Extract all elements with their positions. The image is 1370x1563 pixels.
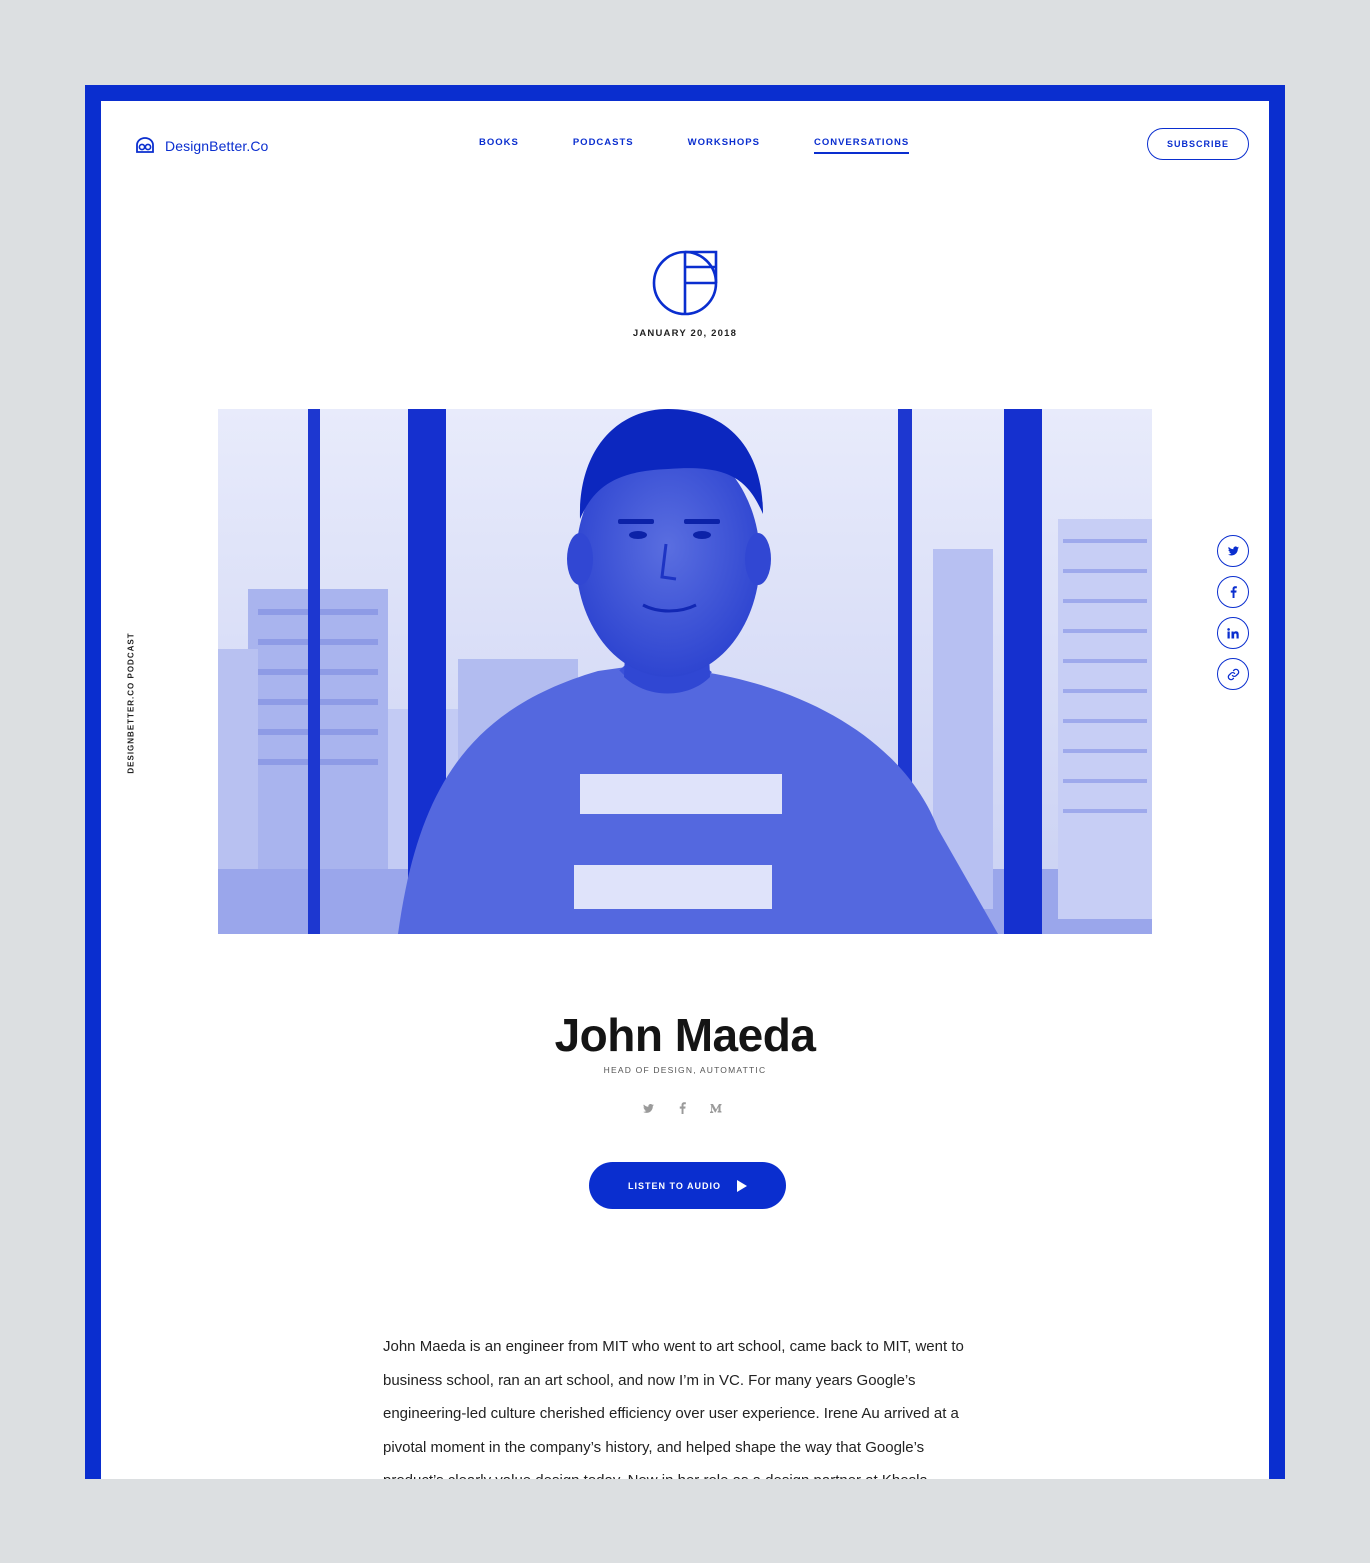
share-facebook-button[interactable]: [1217, 576, 1249, 608]
logo-link[interactable]: DesignBetter.Co: [135, 137, 268, 155]
logo-icon: [136, 137, 154, 153]
listen-audio-button[interactable]: LISTEN TO AUDIO: [589, 1162, 786, 1209]
guest-social-links: [641, 1101, 723, 1115]
guest-medium-link[interactable]: [709, 1101, 723, 1115]
page: DesignBetter.Co BOOKS PODCASTS WORKSHOPS…: [101, 101, 1269, 1479]
link-icon: [1227, 668, 1239, 680]
share-link-button[interactable]: [1217, 658, 1249, 690]
main-nav: BOOKS PODCASTS WORKSHOPS CONVERSATIONS: [479, 137, 910, 154]
guest-facebook-link[interactable]: [675, 1101, 689, 1115]
page-frame: DesignBetter.Co BOOKS PODCASTS WORKSHOPS…: [85, 85, 1285, 1479]
episode-date: JANUARY 20, 2018: [632, 328, 738, 339]
twitter-icon: [1227, 546, 1239, 556]
subscribe-button[interactable]: SUBSCRIBE: [1147, 128, 1249, 160]
guest-name: John Maeda: [554, 1009, 816, 1061]
conversations-mark-icon: [652, 250, 718, 316]
nav-workshops[interactable]: WORKSHOPS: [688, 137, 760, 154]
twitter-icon: [642, 1103, 654, 1113]
listen-audio-label: LISTEN TO AUDIO: [627, 1180, 721, 1191]
guest-twitter-link[interactable]: [641, 1101, 655, 1115]
linkedin-icon: [1227, 627, 1239, 638]
nav-books[interactable]: BOOKS: [479, 137, 519, 154]
guest-portrait-image: [218, 409, 1152, 934]
share-column: [1217, 535, 1249, 690]
share-twitter-button[interactable]: [1217, 535, 1249, 567]
facebook-icon: [1230, 586, 1237, 598]
medium-icon: [710, 1104, 722, 1113]
play-icon: [737, 1179, 747, 1192]
nav-conversations[interactable]: CONVERSATIONS: [813, 137, 910, 154]
article-body: John Maeda is an engineer from MIT who w…: [383, 1338, 964, 1479]
share-linkedin-button[interactable]: [1217, 617, 1249, 649]
facebook-icon: [679, 1102, 686, 1114]
side-label: DESIGNBETTER.CO PODCAST: [126, 632, 136, 774]
logo-text: DesignBetter.Co: [165, 138, 269, 154]
guest-role: HEAD OF DESIGN, AUTOMATTIC: [603, 1065, 767, 1075]
nav-podcasts[interactable]: PODCASTS: [573, 137, 634, 154]
